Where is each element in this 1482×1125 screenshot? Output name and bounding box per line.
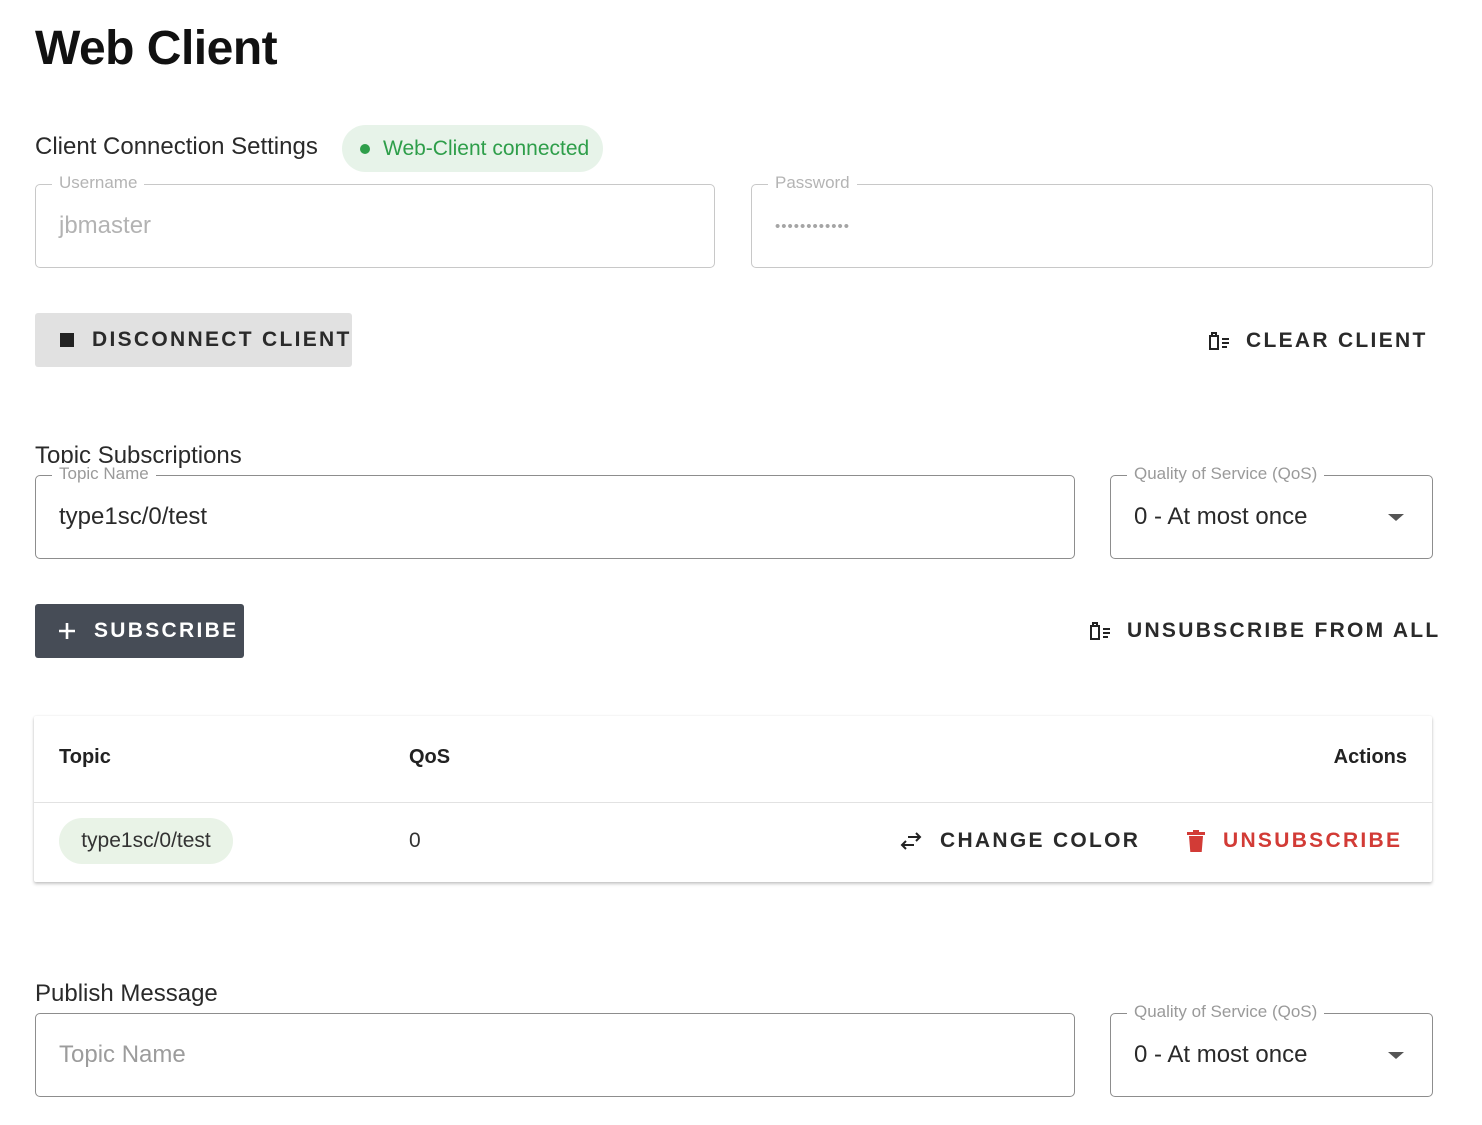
clear-client-button[interactable]: CLEAR CLIENT (1206, 321, 1428, 361)
subscribe-qos-select[interactable]: Quality of Service (QoS) 0 - At most onc… (1110, 463, 1433, 559)
username-value: jbmaster (59, 212, 152, 239)
publish-qos-select[interactable]: Quality of Service (QoS) 0 - At most onc… (1110, 1001, 1433, 1097)
subscribe-button[interactable]: SUBSCRIBE (35, 604, 244, 658)
row-qos-value: 0 (409, 829, 421, 852)
subscribe-label: SUBSCRIBE (94, 619, 239, 642)
unsubscribe-all-label: UNSUBSCRIBE FROM ALL (1127, 619, 1441, 642)
publish-topic-placeholder: Topic Name (59, 1041, 186, 1068)
chevron-down-icon (1388, 514, 1404, 521)
topic-chip: type1sc/0/test (59, 818, 233, 864)
subscribe-topic-value: type1sc/0/test (59, 503, 208, 530)
swap-arrows-icon (900, 832, 922, 850)
subscribe-topic-field[interactable]: Topic Name type1sc/0/test (35, 463, 1075, 559)
status-dot-icon (360, 143, 370, 154)
trash-icon (1187, 830, 1205, 852)
chevron-down-icon (1388, 1052, 1404, 1059)
clear-list-icon (1087, 621, 1111, 641)
status-badge: Web-Client connected (342, 125, 603, 172)
change-color-label: CHANGE COLOR (940, 829, 1141, 852)
publish-topic-field[interactable]: Topic Name (35, 1013, 1075, 1097)
clear-list-icon (1206, 331, 1230, 351)
status-badge-text: Web-Client connected (383, 136, 590, 160)
publish-section-title: Publish Message (35, 980, 218, 1007)
unsubscribe-button[interactable]: UNSUBSCRIBE (1187, 821, 1402, 861)
column-header-qos: QoS (409, 746, 451, 768)
plus-icon (58, 622, 76, 640)
password-value: •••••••••••• (775, 217, 851, 235)
subscribe-qos-value: 0 - At most once (1134, 503, 1308, 530)
table-header: Topic QoS Actions (34, 716, 1432, 803)
page-title: Web Client (35, 22, 278, 75)
disconnect-client-button[interactable]: DISCONNECT CLIENT (35, 313, 352, 367)
clear-client-label: CLEAR CLIENT (1246, 329, 1428, 352)
unsubscribe-label: UNSUBSCRIBE (1223, 829, 1403, 852)
disconnect-client-label: DISCONNECT CLIENT (92, 328, 352, 351)
column-header-actions: Actions (1333, 746, 1407, 768)
change-color-button[interactable]: CHANGE COLOR (900, 821, 1140, 861)
connection-section-title: Client Connection Settings (35, 133, 318, 160)
subscriptions-table: Topic QoS Actions type1sc/0/test 0 CHANG… (34, 716, 1432, 882)
publish-qos-value: 0 - At most once (1134, 1041, 1308, 1068)
column-header-topic: Topic (59, 746, 111, 768)
password-field[interactable]: Password •••••••••••• (751, 172, 1433, 268)
username-field[interactable]: Username jbmaster (35, 172, 715, 268)
stop-icon (60, 333, 74, 347)
unsubscribe-all-button[interactable]: UNSUBSCRIBE FROM ALL (1087, 611, 1441, 651)
